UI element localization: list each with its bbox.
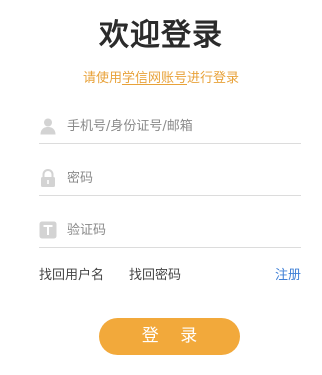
- login-subtitle: 请使用学信网账号进行登录: [0, 67, 322, 86]
- password-input[interactable]: [67, 166, 297, 190]
- account-field: [39, 109, 301, 144]
- page-title: 欢迎登录: [99, 18, 223, 53]
- subtitle-brand-link[interactable]: 学信网账号: [122, 71, 187, 86]
- login-button[interactable]: 登 录: [99, 318, 240, 355]
- auxiliary-links: 找回用户名 找回密码 注册: [39, 264, 301, 283]
- find-password-link[interactable]: 找回密码: [129, 264, 181, 283]
- account-input[interactable]: [67, 114, 297, 138]
- subtitle-prefix: 请使用: [82, 71, 122, 86]
- password-field: [39, 161, 301, 196]
- user-icon: [39, 117, 57, 135]
- text-icon: [39, 221, 57, 239]
- captcha-input[interactable]: [67, 218, 297, 242]
- register-link[interactable]: 注册: [275, 264, 301, 283]
- subtitle-suffix: 进行登录: [187, 71, 240, 86]
- lock-icon: [39, 168, 57, 187]
- find-username-link[interactable]: 找回用户名: [39, 264, 104, 283]
- captcha-field: [39, 213, 301, 248]
